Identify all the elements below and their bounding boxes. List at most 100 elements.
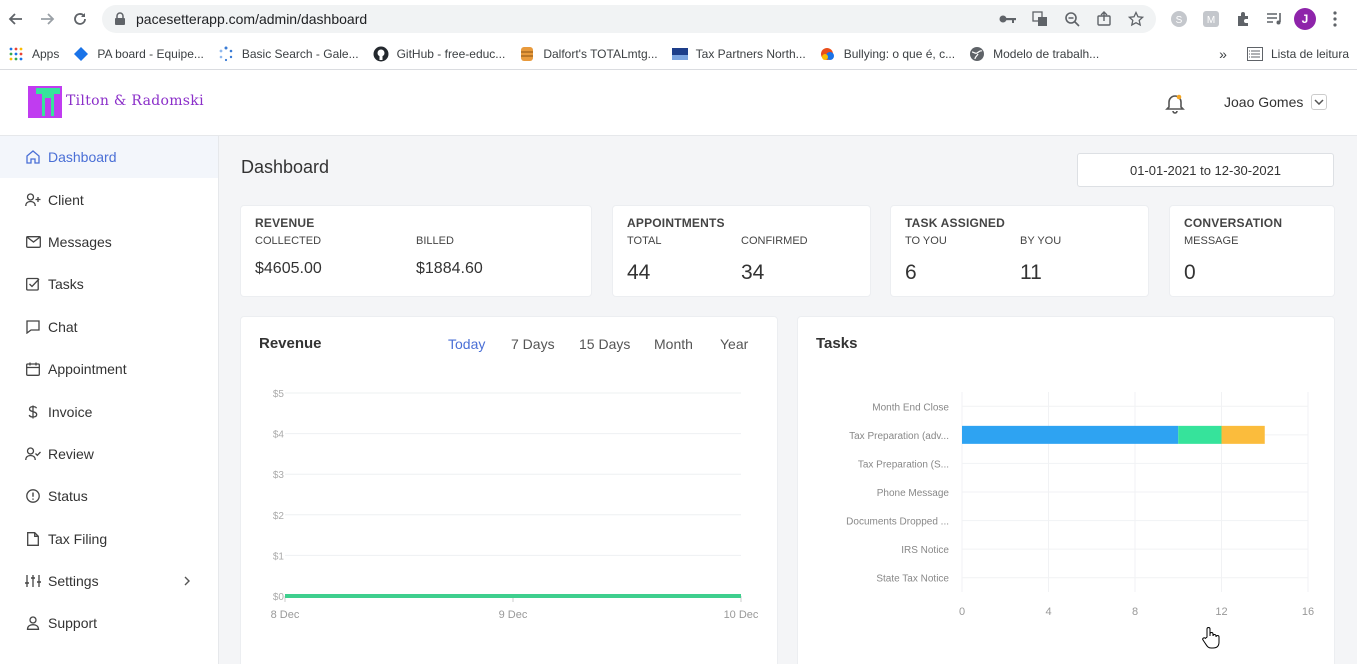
profile-avatar[interactable]: J (1294, 8, 1316, 30)
hand-cursor-icon (1202, 626, 1220, 655)
address-bar[interactable]: pacesetterapp.com/admin/dashboard (102, 5, 1156, 33)
chevron-down-icon (1311, 94, 1328, 110)
share-icon[interactable] (1092, 7, 1116, 31)
card-sub-label: TO YOU (905, 235, 947, 247)
bookmark-dalfort[interactable]: Dalfort's TOTALmtg... (519, 46, 658, 62)
tab-7-days[interactable]: 7 Days (511, 336, 555, 352)
card-value: 34 (741, 261, 765, 284)
sidebar-item-invoice[interactable]: Invoice (0, 390, 218, 432)
sidebar-item-tasks[interactable]: Tasks (0, 263, 218, 305)
sidebar-item-status[interactable]: Status (0, 475, 218, 517)
dollar-icon (25, 404, 41, 420)
more-bookmarks-button[interactable]: » (1219, 46, 1227, 62)
key-icon[interactable] (996, 7, 1020, 31)
sidebar-item-tax-filing[interactable]: Tax Filing (0, 518, 218, 560)
bookmark-modelo[interactable]: Modelo de trabalh... (969, 46, 1099, 62)
extension-m-icon[interactable]: M (1198, 6, 1224, 32)
translate-icon[interactable] (1028, 7, 1052, 31)
x-tick-label: 8 Dec (271, 609, 300, 621)
bookmark-basic-search[interactable]: Basic Search - Gale... (218, 46, 359, 62)
category-label: Phone Message (877, 488, 950, 499)
app-header: Tilton & Radomski Joao Gomes (0, 70, 1357, 136)
sidebar-item-settings[interactable]: Settings (0, 560, 218, 602)
category-label: State Tax Notice (876, 574, 949, 585)
x-tick-label: 0 (959, 606, 965, 618)
github-icon (373, 46, 389, 62)
menu-dots-icon[interactable] (1322, 6, 1348, 32)
user-icon (25, 615, 41, 631)
bookmark-tax-partners[interactable]: Tax Partners North... (671, 46, 806, 62)
task-bar (962, 425, 1179, 444)
reload-button[interactable] (64, 3, 96, 35)
tab-month[interactable]: Month (654, 336, 693, 352)
bell-icon[interactable] (1164, 92, 1186, 114)
user-name: Joao Gomes (1224, 94, 1304, 110)
y-tick-label: $4 (273, 430, 285, 441)
apps-grid-icon (8, 46, 24, 62)
svg-text:S: S (1176, 15, 1183, 26)
page-title: Dashboard (241, 157, 330, 177)
revenue-panel-title: Revenue (259, 335, 322, 352)
browser-toolbar: pacesetterapp.com/admin/dashboard S M J (0, 0, 1357, 38)
task-bar (1221, 425, 1265, 444)
puzzle-icon[interactable] (1230, 6, 1256, 32)
user-plus-icon (25, 192, 41, 208)
x-tick-label: 10 Dec (724, 609, 759, 621)
back-button[interactable] (0, 3, 32, 35)
tab-year[interactable]: Year (720, 336, 748, 352)
check-square-icon (25, 276, 41, 292)
globe-colored-icon (820, 46, 836, 62)
sidebar-item-messages[interactable]: Messages (0, 221, 218, 263)
category-label: IRS Notice (901, 545, 949, 556)
bookmark-bullying[interactable]: Bullying: o que é, c... (820, 46, 955, 62)
media-icon[interactable] (1262, 6, 1288, 32)
calendar-icon (25, 361, 41, 377)
appointments-card: APPOINTMENTS TOTAL CONFIRMED 44 34 (613, 206, 870, 296)
sidebar-item-client[interactable]: Client (0, 178, 218, 220)
bookmark-github[interactable]: GitHub - free-educ... (373, 46, 505, 62)
sidebar-item-appointment[interactable]: Appointment (0, 348, 218, 390)
sidebar-item-review[interactable]: Review (0, 433, 218, 475)
alert-circle-icon (25, 488, 41, 504)
x-tick-label: 4 (1045, 606, 1051, 618)
chat-icon (25, 319, 41, 335)
sidebar-item-support[interactable]: Support (0, 602, 218, 644)
tab-today[interactable]: Today (448, 336, 485, 352)
tasks-assigned-card: TASK ASSIGNED TO YOU BY YOU 6 11 (891, 206, 1148, 296)
sidebar-item-dashboard[interactable]: Dashboard (0, 136, 218, 179)
diamond-icon (73, 46, 89, 62)
date-range-picker[interactable]: 01-01-2021 to 12-30-2021 (1077, 153, 1334, 187)
card-sub-label: BY YOU (1020, 235, 1062, 247)
reading-list-button[interactable]: Lista de leitura (1271, 47, 1349, 61)
bookmark-pa-board[interactable]: PA board - Equipe... (73, 46, 204, 62)
conversation-card: CONVERSATION MESSAGE 0 (1170, 206, 1334, 296)
sidebar-item-chat[interactable]: Chat (0, 306, 218, 348)
y-tick-label: $0 (273, 592, 285, 603)
revenue-card: REVENUE COLLECTED BILLED $4605.00 $1884.… (241, 206, 591, 296)
globe-icon (969, 46, 985, 62)
company-logo[interactable]: Tilton & Radomski (28, 84, 204, 118)
card-title: TASK ASSIGNED (905, 216, 1005, 230)
zoom-out-icon[interactable] (1060, 7, 1084, 31)
lock-icon (115, 12, 125, 25)
logo-text: Tilton & Radomski (66, 93, 204, 109)
bookmark-apps[interactable]: Apps (8, 46, 59, 62)
sparkle-icon (218, 46, 234, 62)
card-sub-label: CONFIRMED (741, 235, 808, 247)
bookmarks-bar: Apps PA board - Equipe... Basic Search -… (0, 38, 1357, 70)
tab-15-days[interactable]: 15 Days (579, 336, 630, 352)
extension-s-icon[interactable]: S (1166, 6, 1192, 32)
forward-button[interactable] (31, 3, 63, 35)
card-value: 44 (627, 261, 651, 284)
sliders-icon (25, 573, 41, 589)
chevron-right-icon (184, 573, 190, 589)
y-tick-label: $5 (273, 389, 285, 400)
card-value: 0 (1184, 261, 1196, 284)
category-label: Month End Close (872, 402, 949, 413)
database-icon (519, 46, 535, 62)
card-value: $1884.60 (416, 260, 483, 277)
user-menu[interactable]: Joao Gomes (1224, 94, 1328, 110)
task-bar (1178, 425, 1222, 444)
star-icon[interactable] (1124, 7, 1148, 31)
logo-mark-icon (28, 84, 62, 118)
